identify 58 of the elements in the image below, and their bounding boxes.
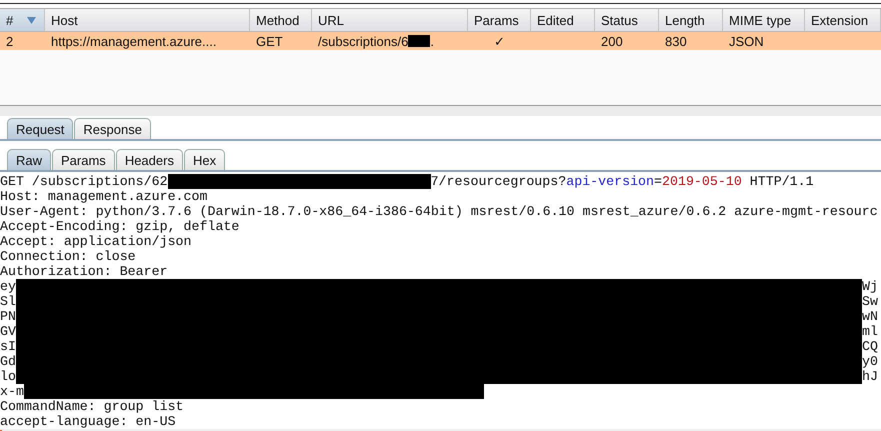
column-header[interactable]: Host bbox=[45, 9, 250, 31]
header-line: Accept: application/json bbox=[0, 234, 192, 249]
token-fragment: wN bbox=[862, 309, 879, 324]
column-header[interactable]: Extension bbox=[805, 9, 881, 31]
table-cell: https://management.azure.... bbox=[51, 34, 216, 48]
column-header[interactable]: Length bbox=[659, 9, 723, 31]
token-fragment: Sw bbox=[862, 294, 879, 309]
token-fragment: PN bbox=[0, 309, 16, 324]
tab[interactable]: Params bbox=[52, 149, 115, 170]
token-fragment: Sl bbox=[0, 294, 16, 309]
tab[interactable]: Response bbox=[74, 118, 151, 139]
token-fragment: Gd bbox=[0, 354, 16, 369]
redaction-bar bbox=[408, 35, 430, 47]
header-line: Accept-Encoding: gzip, deflate bbox=[0, 219, 240, 234]
header-line: Authorization: Bearer bbox=[0, 264, 168, 279]
token-fragment: lo bbox=[0, 369, 16, 384]
token-fragment: x-m bbox=[0, 384, 24, 399]
header-line: User-Agent: python/3.7.6 (Darwin-18.7.0-x86_64-i386-64bit) msrest/0.6.10 msrest_azure/0.6.2 azure-mgmt-resourc bbox=[0, 204, 878, 219]
token-fragment: ml bbox=[862, 324, 879, 339]
sort-descending-icon bbox=[27, 16, 36, 24]
header-line: Host: management.azure.com bbox=[0, 189, 208, 204]
message-editor[interactable] bbox=[0, 172, 881, 431]
table-cell: 2 bbox=[6, 34, 14, 48]
column-header[interactable]: Edited bbox=[531, 9, 595, 31]
table-cell: /subscriptions/6 bbox=[318, 34, 408, 48]
header-line: CommandName: group list bbox=[0, 399, 184, 414]
tab[interactable]: Headers bbox=[116, 149, 183, 170]
header-line: accept-language: en-US bbox=[0, 414, 176, 429]
token-fragment: y0 bbox=[862, 354, 879, 369]
param-name: api-version bbox=[566, 174, 654, 189]
token-fragment: sI bbox=[0, 339, 16, 354]
request-line-text: GET /subscriptions/62 bbox=[0, 174, 168, 189]
tab[interactable]: Request bbox=[7, 118, 74, 139]
request-line-text: HTTP/1.1 bbox=[748, 174, 814, 189]
table-cell: 200 bbox=[601, 34, 623, 48]
table-row[interactable]: 2 https://management.azure.... GET /subscriptions/6 . ✓ 200 830 JSON bbox=[0, 32, 881, 50]
request-line-text: 7/resourcegroups? bbox=[430, 174, 566, 189]
column-header[interactable]: URL bbox=[312, 9, 468, 31]
column-header[interactable]: Params bbox=[468, 9, 531, 31]
tab[interactable]: Raw bbox=[7, 149, 52, 170]
token-fragment: GV bbox=[0, 324, 16, 339]
token-fragment: ey bbox=[0, 279, 16, 294]
column-header[interactable]: MIME type bbox=[723, 9, 805, 31]
column-header[interactable]: Status bbox=[595, 9, 659, 31]
table-cell: GET bbox=[256, 34, 283, 48]
request-line-text: = bbox=[654, 174, 662, 189]
param-value: 2019-05-10 bbox=[662, 174, 742, 189]
header-line: Connection: close bbox=[0, 249, 136, 264]
table-cell: JSON bbox=[729, 34, 764, 48]
column-header[interactable]: # bbox=[0, 9, 45, 31]
column-header[interactable]: Method bbox=[250, 9, 312, 31]
table-cell: ✓ bbox=[494, 34, 505, 48]
table-cell: 830 bbox=[665, 34, 687, 48]
tab[interactable]: Hex bbox=[184, 149, 226, 170]
table-cell: . bbox=[430, 34, 434, 48]
token-fragment: Wj bbox=[862, 279, 879, 294]
token-fragment: hJ bbox=[862, 369, 879, 384]
token-fragment: CQ bbox=[862, 339, 879, 354]
